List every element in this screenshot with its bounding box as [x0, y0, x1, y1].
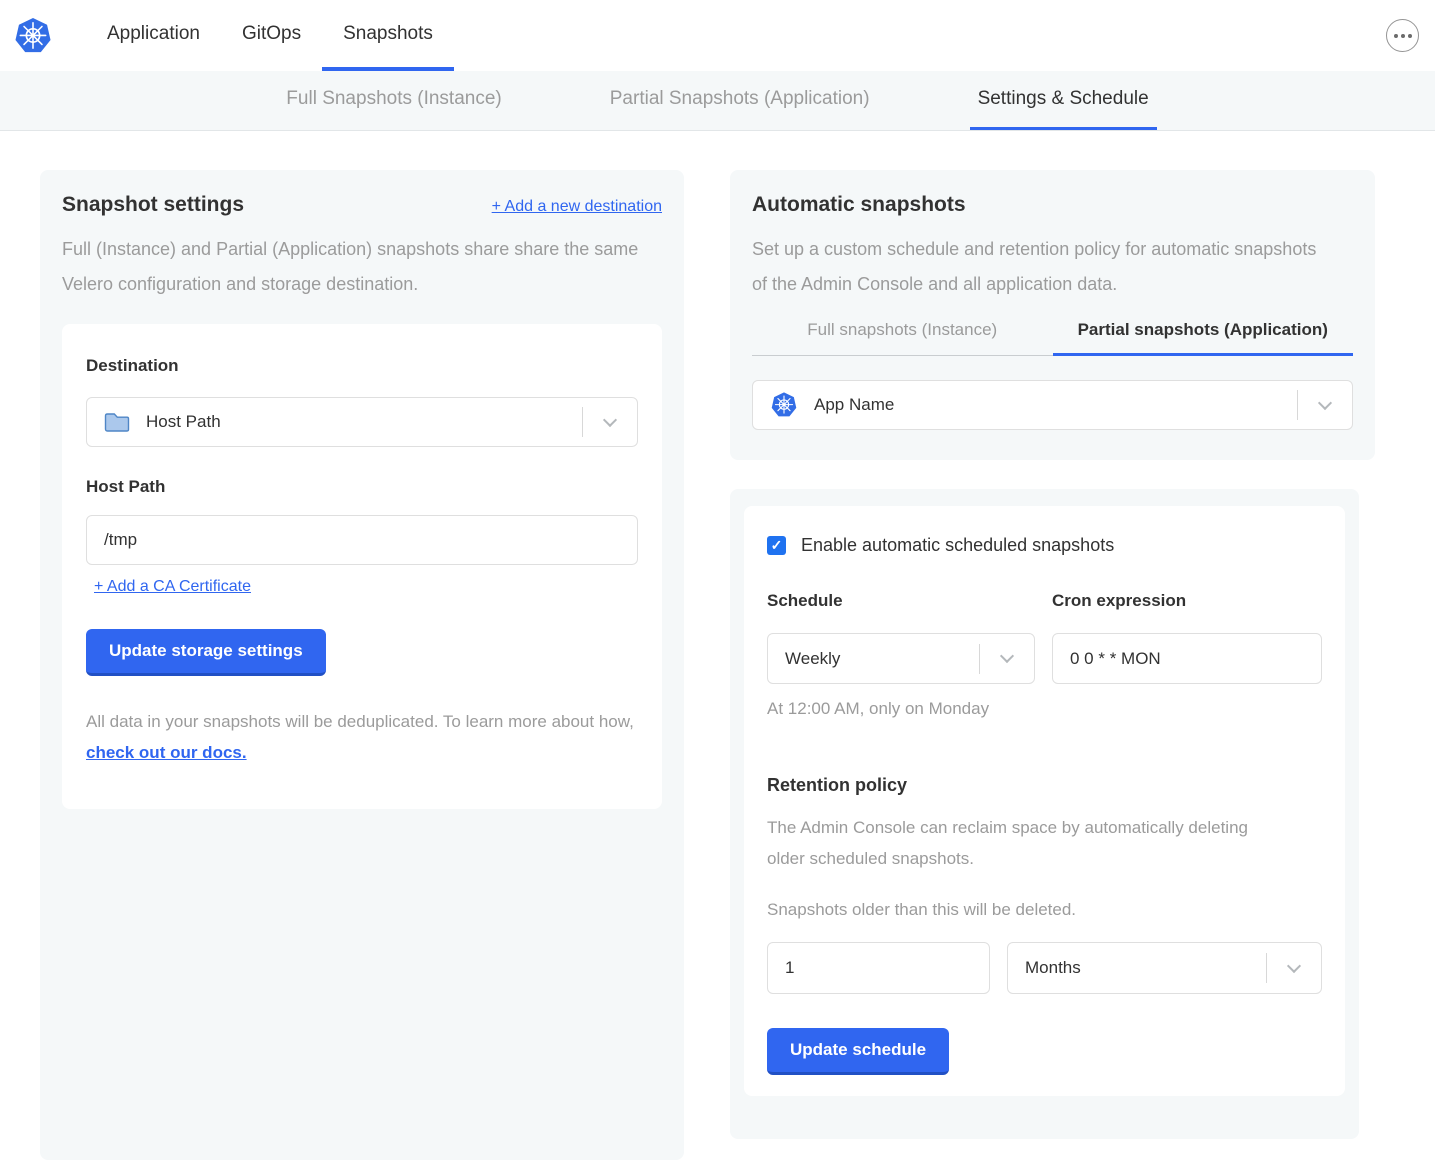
destination-label: Destination: [86, 356, 638, 376]
more-options-button[interactable]: [1386, 19, 1419, 52]
cron-expression-input[interactable]: [1052, 633, 1322, 684]
cron-column: Cron expression: [1052, 591, 1322, 684]
subtab-partial-snapshots[interactable]: Partial Snapshots (Application): [602, 71, 878, 130]
schedule-panel: ✓ Enable automatic scheduled snapshots S…: [730, 489, 1359, 1139]
right-column: Automatic snapshots Set up a custom sche…: [730, 170, 1375, 1139]
docs-link[interactable]: check out our docs.: [86, 743, 247, 762]
schedule-fields-row: Schedule Weekly Cron expression: [767, 591, 1322, 684]
dedup-note: All data in your snapshots will be dedup…: [86, 706, 638, 768]
top-navigation: Application GitOps Snapshots: [0, 0, 1435, 71]
update-storage-settings-button[interactable]: Update storage settings: [86, 629, 326, 676]
main-content: Snapshot settings + Add a new destinatio…: [0, 131, 1435, 1160]
subtab-settings-schedule[interactable]: Settings & Schedule: [970, 71, 1157, 130]
retention-policy-description: The Admin Console can reclaim space by a…: [767, 812, 1283, 874]
cron-expression-label: Cron expression: [1052, 591, 1322, 611]
schedule-interval-select[interactable]: Weekly: [767, 633, 1035, 684]
add-ca-certificate-link[interactable]: + Add a CA Certificate: [94, 578, 251, 595]
automatic-snapshots-tabs: Full snapshots (Instance) Partial snapsh…: [752, 320, 1353, 356]
host-path-label: Host Path: [86, 477, 638, 497]
retention-unit-chevron-zone: [1267, 966, 1321, 971]
top-nav-tabs: Application GitOps Snapshots: [86, 0, 454, 71]
kubernetes-app-icon: [770, 391, 798, 419]
tab-partial-snapshots-application[interactable]: Partial snapshots (Application): [1053, 320, 1354, 356]
tab-application[interactable]: Application: [86, 0, 221, 71]
app-selector[interactable]: App Name: [752, 380, 1353, 430]
snapshot-settings-title: Snapshot settings: [62, 193, 244, 217]
host-path-input[interactable]: [86, 515, 638, 565]
automatic-snapshots-description: Set up a custom schedule and retention p…: [752, 232, 1327, 302]
folder-icon: [104, 411, 130, 433]
destination-chevron-zone: [583, 420, 637, 425]
dedup-note-text: All data in your snapshots will be dedup…: [86, 712, 634, 731]
enable-snapshots-checkbox[interactable]: ✓: [767, 536, 786, 555]
snapshots-sub-navigation: Full Snapshots (Instance) Partial Snapsh…: [0, 71, 1435, 131]
kubernetes-logo-icon: [14, 17, 52, 55]
enable-snapshots-row: ✓ Enable automatic scheduled snapshots: [767, 535, 1322, 556]
retention-policy-title: Retention policy: [767, 775, 1322, 796]
schedule-card: ✓ Enable automatic scheduled snapshots S…: [744, 506, 1345, 1096]
ellipsis-icon: [1394, 34, 1398, 38]
chevron-down-icon: [1318, 395, 1332, 409]
chevron-down-icon: [1000, 649, 1014, 663]
enable-snapshots-label: Enable automatic scheduled snapshots: [801, 535, 1114, 556]
app-selector-value: App Name: [814, 395, 894, 415]
schedule-column: Schedule Weekly: [767, 591, 1035, 684]
storage-settings-card: Destination Host Path Host Path + Add a …: [62, 324, 662, 809]
subtab-full-snapshots[interactable]: Full Snapshots (Instance): [278, 71, 509, 130]
tab-gitops[interactable]: GitOps: [221, 0, 322, 71]
add-new-destination-link[interactable]: + Add a new destination: [492, 198, 662, 216]
cron-human-readable: At 12:00 AM, only on Monday: [767, 699, 1322, 719]
retention-unit-select[interactable]: Months: [1007, 942, 1322, 994]
destination-select-value: Host Path: [146, 412, 221, 432]
retention-fields-row: Months: [767, 942, 1322, 994]
schedule-label: Schedule: [767, 591, 1035, 611]
tab-snapshots[interactable]: Snapshots: [322, 0, 454, 71]
schedule-interval-value: Weekly: [785, 649, 840, 669]
chevron-down-icon: [1287, 958, 1301, 972]
chevron-down-icon: [603, 412, 617, 426]
top-nav-right: [1386, 0, 1435, 71]
app-selector-chevron-zone: [1298, 403, 1352, 408]
retention-unit-value: Months: [1025, 958, 1081, 978]
snapshot-settings-description: Full (Instance) and Partial (Application…: [62, 232, 639, 302]
automatic-snapshots-title: Automatic snapshots: [752, 193, 1353, 217]
tab-full-snapshots-instance[interactable]: Full snapshots (Instance): [752, 320, 1053, 356]
retention-amount-input[interactable]: [767, 942, 990, 994]
retention-hint: Snapshots older than this will be delete…: [767, 900, 1322, 920]
destination-select[interactable]: Host Path: [86, 397, 638, 447]
snapshot-settings-panel: Snapshot settings + Add a new destinatio…: [40, 170, 684, 1160]
logo-container: [0, 0, 52, 71]
schedule-chevron-zone: [980, 656, 1034, 661]
update-schedule-button[interactable]: Update schedule: [767, 1028, 949, 1075]
automatic-snapshots-panel: Automatic snapshots Set up a custom sche…: [730, 170, 1375, 460]
